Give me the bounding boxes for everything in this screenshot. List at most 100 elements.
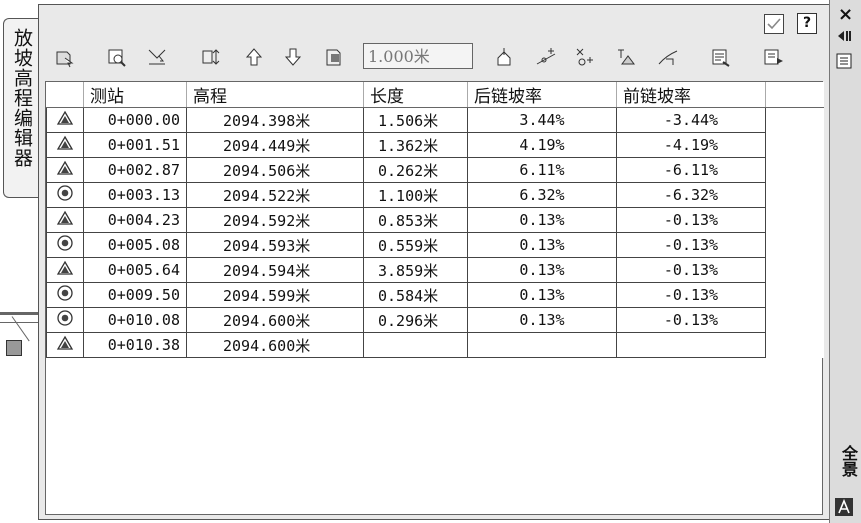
cell-length[interactable]	[363, 332, 468, 358]
triangle-marker-icon	[46, 107, 84, 133]
cell-ahead-grade[interactable]: -0.13%	[616, 232, 766, 258]
cell-back-grade[interactable]: 0.13%	[467, 307, 617, 333]
cell-filler	[765, 332, 824, 358]
cell-length[interactable]: 0.853米	[363, 207, 468, 233]
cell-back-grade[interactable]: 0.13%	[467, 232, 617, 258]
col-header-ahead-grade[interactable]: 前链坡率	[616, 82, 766, 108]
col-header-length[interactable]: 长度	[363, 82, 468, 108]
cell-filler	[765, 107, 824, 133]
autohide-button[interactable]	[836, 28, 854, 48]
cell-back-grade[interactable]: 0.13%	[467, 282, 617, 308]
properties-icon	[836, 53, 852, 69]
circle-marker-icon	[46, 307, 84, 333]
cell-ahead-grade[interactable]: -3.44%	[616, 107, 766, 133]
table-row[interactable]: 0+003.13 2094.522米 1.100米 6.32% -6.32%	[46, 182, 824, 208]
side-bar-label[interactable]: 全景	[836, 445, 860, 477]
triangle-marker-icon	[46, 332, 84, 358]
cell-elevation[interactable]: 2094.522米	[186, 182, 364, 208]
cell-elevation[interactable]: 2094.600米	[186, 332, 364, 358]
cell-elevation[interactable]: 2094.506米	[186, 157, 364, 183]
elevation-point-button[interactable]	[145, 44, 169, 70]
cell-elevation[interactable]: 2094.449米	[186, 132, 364, 158]
cell-ahead-grade[interactable]: -6.11%	[616, 157, 766, 183]
cell-station: 0+010.08	[83, 307, 187, 333]
table-row[interactable]: 0+001.51 2094.449米 1.362米 4.19% -4.19%	[46, 132, 824, 158]
cell-ahead-grade[interactable]: -0.13%	[616, 207, 766, 233]
add-high-point-button[interactable]	[534, 44, 558, 70]
cell-ahead-grade[interactable]: -6.32%	[616, 182, 766, 208]
cell-length[interactable]: 1.362米	[363, 132, 468, 158]
table-row[interactable]: 0+010.38 2094.600米	[46, 332, 824, 358]
cell-elevation[interactable]: 2094.600米	[186, 307, 364, 333]
arrow-up-icon	[245, 48, 263, 66]
cell-elevation[interactable]: 2094.599米	[186, 282, 364, 308]
swap-button[interactable]	[199, 44, 223, 70]
close-button[interactable]: ×	[838, 4, 853, 25]
help-button[interactable]: ?	[797, 13, 817, 34]
cell-back-grade[interactable]: 6.11%	[467, 157, 617, 183]
export-button[interactable]	[762, 44, 786, 70]
triangle-marker-icon	[46, 257, 84, 283]
cell-length[interactable]: 0.296米	[363, 307, 468, 333]
raise-button[interactable]	[242, 44, 266, 70]
grade-tool-button[interactable]	[656, 44, 680, 70]
cell-elevation[interactable]: 2094.594米	[186, 257, 364, 283]
table-row[interactable]: 0+009.50 2094.599米 0.584米 0.13% -0.13%	[46, 282, 824, 308]
col-header-back-grade[interactable]: 后链坡率	[467, 82, 617, 108]
cell-length[interactable]: 0.559米	[363, 232, 468, 258]
lower-button[interactable]	[281, 44, 305, 70]
cell-elevation[interactable]: 2094.592米	[186, 207, 364, 233]
cell-back-grade[interactable]	[467, 332, 617, 358]
elevation-from-surface-button[interactable]	[614, 44, 638, 70]
check-icon	[767, 18, 781, 30]
cell-length[interactable]: 3.859米	[363, 257, 468, 283]
circle-marker-icon	[46, 282, 84, 308]
table-row[interactable]: 0+005.64 2094.594米 3.859米 0.13% -0.13%	[46, 257, 824, 283]
edit-in-grid-button[interactable]	[709, 44, 733, 70]
set-value-button[interactable]	[323, 44, 347, 70]
cell-station: 0+004.23	[83, 207, 187, 233]
table-row[interactable]: 0+010.08 2094.600米 0.296米 0.13% -0.13%	[46, 307, 824, 333]
properties-button[interactable]	[836, 53, 852, 73]
table-row[interactable]: 0+005.08 2094.593米 0.559米 0.13% -0.13%	[46, 232, 824, 258]
cell-length[interactable]: 1.100米	[363, 182, 468, 208]
cell-ahead-grade[interactable]: -0.13%	[616, 307, 766, 333]
drawing-grip[interactable]	[6, 340, 22, 356]
insert-point-button[interactable]	[492, 44, 516, 70]
cell-ahead-grade[interactable]: -4.19%	[616, 132, 766, 158]
cell-ahead-grade[interactable]: -0.13%	[616, 282, 766, 308]
cell-back-grade[interactable]: 3.44%	[467, 107, 617, 133]
cell-filler	[765, 207, 824, 233]
col-header-icon	[46, 82, 84, 108]
select-feature-button[interactable]	[52, 44, 76, 70]
cell-length[interactable]: 1.506米	[363, 107, 468, 133]
cell-back-grade[interactable]: 0.13%	[467, 207, 617, 233]
cell-ahead-grade[interactable]: -0.13%	[616, 257, 766, 283]
cell-elevation[interactable]: 2094.398米	[186, 107, 364, 133]
triangle-marker-icon	[46, 132, 84, 158]
table-row[interactable]: 0+004.23 2094.592米 0.853米 0.13% -0.13%	[46, 207, 824, 233]
cell-station: 0+003.13	[83, 182, 187, 208]
delete-point-button[interactable]	[573, 44, 597, 70]
cell-back-grade[interactable]: 4.19%	[467, 132, 617, 158]
confirm-checkbox[interactable]	[764, 14, 784, 34]
col-header-elevation[interactable]: 高程	[186, 82, 364, 108]
table-row[interactable]: 0+002.87 2094.506米 0.262米 6.11% -6.11%	[46, 157, 824, 183]
cell-back-grade[interactable]: 6.32%	[467, 182, 617, 208]
cell-filler	[765, 257, 824, 283]
side-bar-app-button[interactable]	[835, 498, 853, 520]
arrow-down-icon	[284, 48, 302, 66]
cell-back-grade[interactable]: 0.13%	[467, 257, 617, 283]
cell-station: 0+002.87	[83, 157, 187, 183]
cell-ahead-grade[interactable]	[616, 332, 766, 358]
cell-filler	[765, 232, 824, 258]
col-header-station[interactable]: 测站	[83, 82, 187, 108]
cell-length[interactable]: 0.262米	[363, 157, 468, 183]
cell-length[interactable]: 0.584米	[363, 282, 468, 308]
zoom-to-point-button[interactable]	[105, 44, 129, 70]
cell-station: 0+000.00	[83, 107, 187, 133]
cell-elevation[interactable]: 2094.593米	[186, 232, 364, 258]
step-value-input[interactable]: 1.000米	[363, 43, 473, 69]
table-row[interactable]: 0+000.00 2094.398米 1.506米 3.44% -3.44%	[46, 107, 824, 133]
cell-station: 0+005.64	[83, 257, 187, 283]
